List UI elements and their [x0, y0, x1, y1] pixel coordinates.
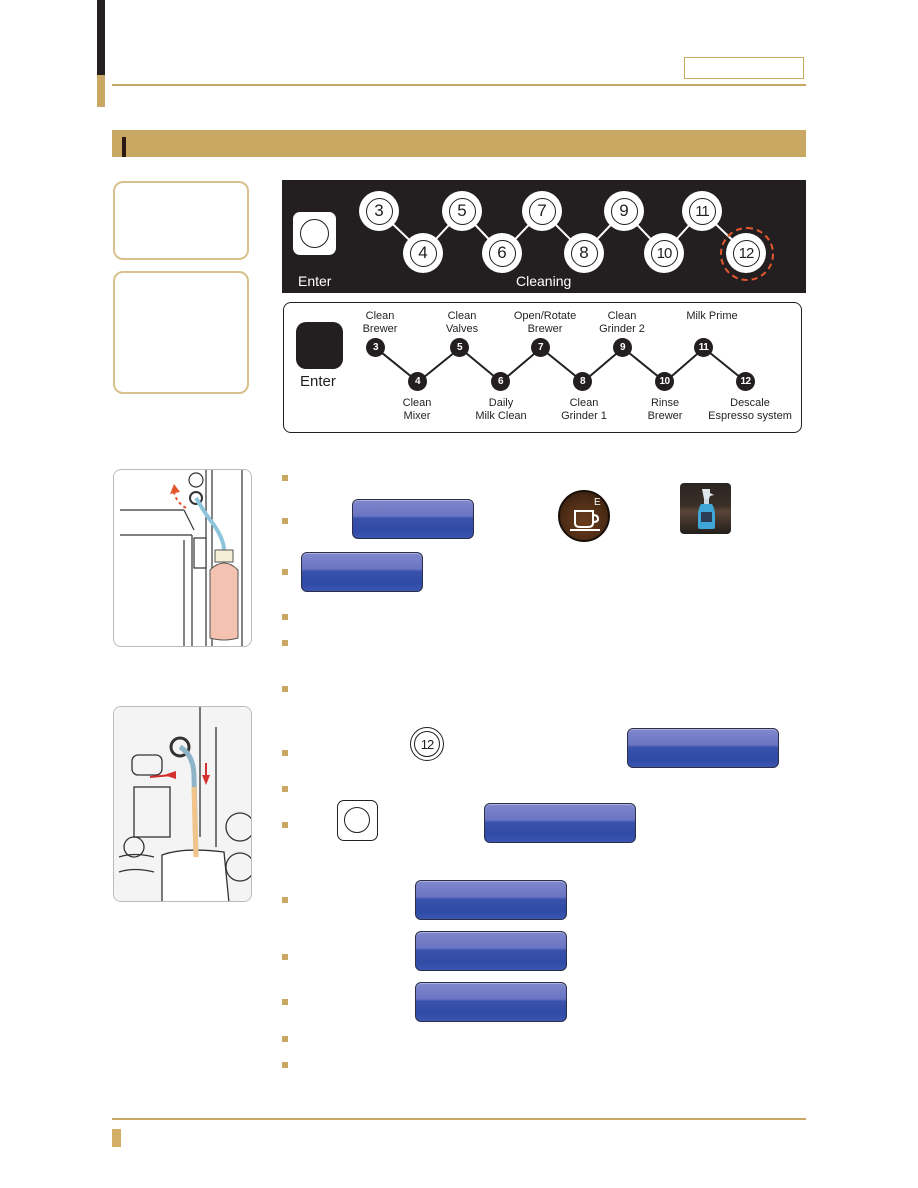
legend-label-4: Clean Mixer	[402, 397, 432, 422]
legend-node-12: 12	[736, 372, 755, 391]
dial-6[interactable]: 6	[482, 233, 522, 273]
legend-label-9: Clean Grinder 2	[599, 310, 645, 335]
display-button-7[interactable]	[415, 982, 567, 1022]
section-title-marker	[122, 137, 126, 157]
dial-8[interactable]: 8	[564, 233, 604, 273]
inline-enter-key-icon	[337, 800, 378, 841]
legend-label-6: Daily Milk Clean	[475, 397, 527, 422]
bullet-14	[282, 1062, 288, 1068]
legend-node-4: 4	[408, 372, 427, 391]
espresso-coffee-icon: E	[558, 490, 610, 542]
bullet-2	[282, 518, 288, 524]
legend-node-8: 8	[573, 372, 592, 391]
bullet-13	[282, 1036, 288, 1042]
bullet-5	[282, 640, 288, 646]
bullet-3	[282, 569, 288, 575]
dial-5[interactable]: 5	[442, 191, 482, 231]
milk-bottle-illustration-icon	[120, 470, 243, 646]
dial-3[interactable]: 3	[359, 191, 399, 231]
dial-11[interactable]: 11	[682, 191, 722, 231]
legend-label-11: Milk Prime	[686, 310, 738, 322]
legend-node-5: 5	[450, 338, 469, 357]
display-button-4[interactable]	[484, 803, 636, 843]
dial-12-highlight-ring	[720, 227, 774, 281]
legend-node-6: 6	[491, 372, 510, 391]
bullet-7	[282, 750, 288, 756]
bullet-6	[282, 686, 288, 692]
legend-enter-key-icon	[296, 322, 343, 369]
legend-node-10: 10	[655, 372, 674, 391]
legend-label-12: Descale Espresso system	[708, 397, 792, 422]
bullet-8	[282, 786, 288, 792]
legend-label-7: Open/Rotate Brewer	[513, 310, 577, 335]
bullet-12	[282, 999, 288, 1005]
display-button-1[interactable]	[352, 499, 474, 539]
enter-button-ring-icon	[300, 219, 329, 248]
footer-page-marker	[112, 1129, 121, 1147]
cleaning-label: Cleaning	[516, 273, 572, 289]
bullet-1	[282, 475, 288, 481]
display-button-6[interactable]	[415, 931, 567, 971]
page-edge-bar	[97, 0, 105, 75]
illustration-steam-wand-tube	[113, 706, 252, 902]
bullet-10	[282, 897, 288, 903]
section-title-band	[112, 130, 806, 157]
header-divider	[112, 84, 806, 86]
footer-divider	[112, 1118, 806, 1120]
legend-node-11: 11	[694, 338, 713, 357]
dial-7[interactable]: 7	[522, 191, 562, 231]
enter-button[interactable]	[293, 212, 336, 255]
display-button-3[interactable]	[627, 728, 779, 768]
legend-label-8: Clean Grinder 1	[561, 397, 607, 422]
bullet-11	[282, 954, 288, 960]
legend-node-3: 3	[366, 338, 385, 357]
display-button-2[interactable]	[301, 552, 423, 592]
legend-node-7: 7	[531, 338, 550, 357]
illustration-milk-tube-bottle	[113, 469, 252, 647]
note-box-1	[113, 181, 249, 260]
cleaning-spray-icon	[680, 483, 731, 534]
dial-4[interactable]: 4	[403, 233, 443, 273]
enter-label: Enter	[298, 273, 332, 289]
legend-label-10: Rinse Brewer	[647, 397, 683, 422]
bullet-4	[282, 614, 288, 620]
header-chapter-tab	[684, 57, 804, 79]
steam-wand-illustration-icon	[114, 707, 251, 901]
inline-dial-12-icon: 12	[410, 727, 444, 761]
page-edge-bar-accent	[97, 75, 105, 107]
display-button-5[interactable]	[415, 880, 567, 920]
dial-9[interactable]: 9	[604, 191, 644, 231]
bullet-9	[282, 822, 288, 828]
legend-node-9: 9	[613, 338, 632, 357]
legend-label-3: Clean Brewer	[362, 310, 398, 335]
legend-enter-label: Enter	[300, 373, 336, 390]
note-box-2	[113, 271, 249, 394]
legend-label-5: Clean Valves	[445, 310, 479, 335]
dial-10[interactable]: 10	[644, 233, 684, 273]
